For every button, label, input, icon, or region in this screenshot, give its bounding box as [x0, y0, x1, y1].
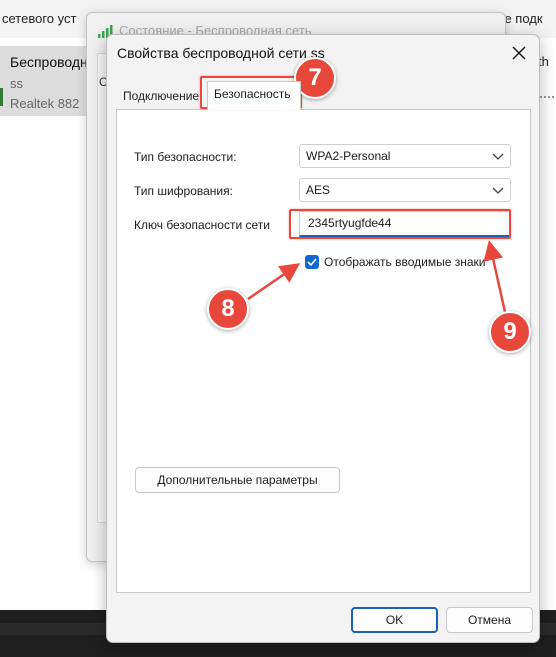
tab-connection[interactable]: Подключение: [117, 84, 207, 110]
tab-security[interactable]: Безопасность: [207, 81, 301, 110]
chevron-down-icon: [492, 187, 504, 194]
encryption-type-label: Тип шифрования:: [134, 184, 233, 198]
checkmark-icon: [307, 258, 317, 267]
close-icon: [512, 46, 526, 60]
network-key-label: Ключ безопасности сети: [134, 218, 270, 232]
show-characters-label[interactable]: Отображать вводимые знаки: [324, 255, 485, 269]
callout-8: 8: [207, 288, 249, 330]
encryption-type-value: AES: [306, 183, 331, 197]
ok-button[interactable]: OK: [351, 607, 438, 633]
security-type-select[interactable]: WPA2-Personal: [299, 144, 511, 168]
close-button[interactable]: [507, 41, 531, 65]
callout-9: 9: [489, 311, 531, 353]
adapter-name: Беспроводн: [10, 54, 88, 70]
network-adapter-item[interactable]: Беспроводн ss Realtek 882: [0, 46, 92, 116]
security-type-label: Тип безопасности:: [134, 150, 237, 164]
dialog-title: Свойства беспроводной сети ss: [117, 45, 325, 61]
chevron-down-icon: [492, 153, 504, 160]
encryption-type-select[interactable]: AES: [299, 178, 511, 202]
security-tab-panel: Тип безопасности: WPA2-Personal Тип шифр…: [116, 109, 531, 593]
background-toolbar-left-text: сетевого уст: [2, 11, 77, 26]
security-type-value: WPA2-Personal: [306, 149, 391, 163]
background-dotted-line: [540, 96, 554, 108]
cancel-button[interactable]: Отмена: [446, 607, 533, 633]
advanced-settings-button[interactable]: Дополнительные параметры: [135, 467, 340, 493]
adapter-device-name: Realtek 882: [10, 96, 80, 111]
adapter-network-name: ss: [10, 76, 23, 91]
wireless-properties-dialog: Свойства беспроводной сети ss Подключени…: [106, 34, 540, 643]
network-key-input[interactable]: 2345rtyugfde44: [299, 211, 511, 237]
adapter-status-bar: [0, 88, 3, 106]
show-characters-checkbox[interactable]: [305, 255, 319, 269]
